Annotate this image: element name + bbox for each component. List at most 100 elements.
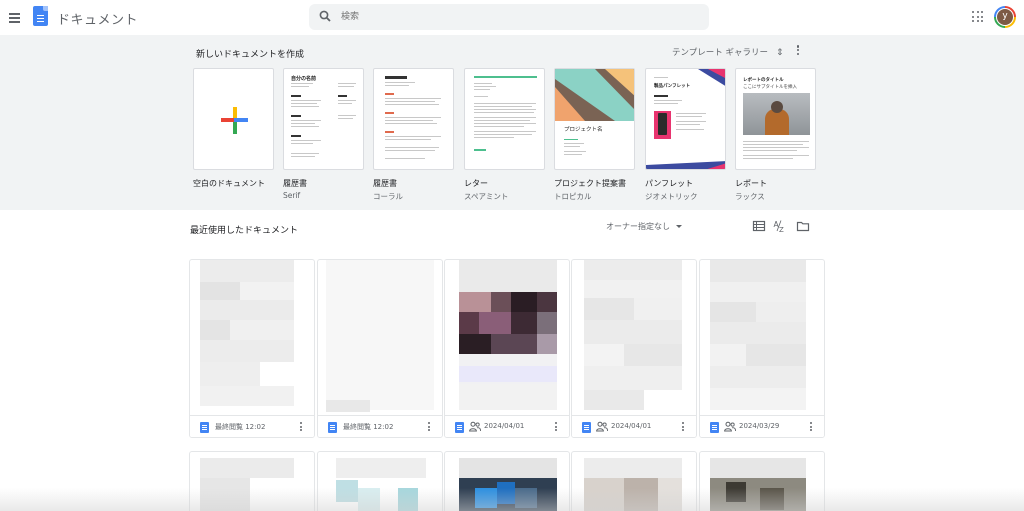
document-last-opened: 2024/04/01 <box>484 422 525 430</box>
document-last-opened: 最終閲覧 12:02 <box>215 423 266 431</box>
template-subtitle: Serif <box>283 191 301 200</box>
docs-file-icon <box>200 422 209 433</box>
template-name: レター <box>464 179 488 188</box>
template-subtitle: コーラル <box>373 192 403 201</box>
hamburger-menu-icon[interactable] <box>6 8 24 26</box>
template-name: プロジェクト提案書 <box>554 179 626 188</box>
template-name: 履歴書 <box>373 179 397 188</box>
template-thumbnail: 自分の名前 <box>283 68 364 170</box>
docs-logo-icon[interactable] <box>33 6 48 26</box>
more-vert-icon <box>553 422 559 431</box>
thumb-proposal-title: プロジェクト名 <box>564 127 603 133</box>
thumb-report-title: レポートのタイトル <box>743 78 784 83</box>
template-letter-spearmint[interactable]: レター スペアミント <box>464 68 545 202</box>
sort-az-icon[interactable]: A Z <box>773 219 787 233</box>
template-gallery: 新しいドキュメントを作成 テンプレート ギャラリー ⇕ 空白のドキュメント 自分の… <box>0 35 1024 210</box>
more-vert-icon <box>680 422 686 431</box>
document-more-button[interactable] <box>808 422 814 433</box>
template-subtitle: トロピカル <box>554 192 592 201</box>
document-thumbnail <box>584 458 682 478</box>
document-thumbnail <box>190 260 314 415</box>
template-subtitle: ジオメトリック <box>645 192 698 201</box>
document-meta: 最終閲覧 12:02 <box>190 415 314 437</box>
unfold-more-icon: ⇕ <box>775 48 784 58</box>
top-app-bar: ドキュメント y <box>0 0 1024 35</box>
scroll-fade <box>0 488 1024 511</box>
shared-people-icon <box>469 421 481 432</box>
avatar-initial: y <box>996 8 1014 26</box>
docs-file-icon <box>710 422 719 433</box>
template-blank[interactable]: 空白のドキュメント <box>193 68 274 191</box>
recent-document-card[interactable]: 2024/04/01 <box>444 259 570 438</box>
template-thumbnail: レポートのタイトル ここにサブタイトルを挿入 <box>735 68 816 170</box>
more-vert-icon <box>795 45 801 55</box>
docs-file-icon <box>582 422 591 433</box>
gallery-more-button[interactable] <box>795 45 803 59</box>
recent-document-card[interactable]: 最終閲覧 12:02 <box>189 259 315 438</box>
document-thumbnail <box>200 458 294 478</box>
template-gallery-label: テンプレート ギャラリー <box>672 48 768 58</box>
document-thumbnail <box>336 458 426 478</box>
thumb-report-subtitle: ここにサブタイトルを挿入 <box>743 85 797 90</box>
template-report-luxe[interactable]: レポートのタイトル ここにサブタイトルを挿入 レポート ラックス <box>735 68 816 202</box>
template-resume-coral[interactable]: 履歴書 コーラル <box>373 68 454 202</box>
document-last-opened: 2024/03/29 <box>739 422 780 430</box>
document-more-button[interactable] <box>680 422 686 433</box>
search-icon <box>319 10 331 22</box>
recent-documents-title: 最近使用したドキュメント <box>190 226 299 236</box>
recent-document-card[interactable]: 最終閲覧 12:02 <box>317 259 443 438</box>
recent-document-card[interactable]: 2024/04/01 <box>571 259 697 438</box>
more-vert-icon <box>426 422 432 431</box>
report-cover-photo <box>743 93 810 135</box>
template-name: 履歴書 <box>283 179 307 188</box>
svg-text:Z: Z <box>779 226 784 233</box>
plus-icon <box>221 107 248 134</box>
thumb-resume-name: 自分の名前 <box>291 76 317 82</box>
template-thumbnail <box>193 68 274 170</box>
template-name: パンフレット <box>645 179 694 188</box>
document-thumbnail <box>459 458 557 478</box>
search-bar[interactable] <box>309 4 709 30</box>
template-brochure-geometric[interactable]: 製品パンフレット パンフレット ジオメトリック <box>645 68 726 202</box>
document-meta: 2024/04/01 <box>572 415 696 437</box>
document-thumbnail <box>700 260 824 415</box>
document-more-button[interactable] <box>426 422 432 433</box>
search-input[interactable] <box>341 8 691 26</box>
document-thumbnail <box>710 458 806 478</box>
document-last-opened: 2024/04/01 <box>611 422 652 430</box>
document-thumbnail <box>572 260 696 415</box>
template-subtitle: ラックス <box>735 192 765 201</box>
app-title[interactable]: ドキュメント <box>57 9 138 28</box>
chevron-down-icon <box>676 225 682 228</box>
shared-people-icon <box>596 421 608 432</box>
document-thumbnail <box>445 260 569 415</box>
document-meta: 2024/03/29 <box>700 415 824 437</box>
thumb-brochure-title: 製品パンフレット <box>654 84 691 89</box>
gallery-title: 新しいドキュメントを作成 <box>196 50 305 60</box>
template-subtitle: スペアミント <box>464 192 509 201</box>
template-thumbnail <box>373 68 454 170</box>
template-thumbnail: プロジェクト名 <box>554 68 635 170</box>
owner-filter-dropdown[interactable]: オーナー指定なし <box>606 221 682 232</box>
document-more-button[interactable] <box>298 422 304 433</box>
template-name: 空白のドキュメント <box>193 179 265 188</box>
owner-filter-label: オーナー指定なし <box>606 222 670 231</box>
template-thumbnail <box>464 68 545 170</box>
document-meta: 最終閲覧 12:02 <box>318 415 442 437</box>
docs-file-icon <box>328 422 337 433</box>
template-thumbnail: 製品パンフレット <box>645 68 726 170</box>
docs-file-icon <box>455 422 464 433</box>
recent-document-card[interactable]: 2024/03/29 <box>699 259 825 438</box>
account-avatar[interactable]: y <box>994 6 1016 28</box>
document-last-opened: 最終閲覧 12:02 <box>343 423 394 431</box>
document-thumbnail <box>318 260 442 415</box>
template-resume-serif[interactable]: 自分の名前 履歴書 Serif <box>283 68 364 200</box>
template-gallery-toggle[interactable]: テンプレート ギャラリー ⇕ <box>672 46 784 58</box>
more-vert-icon <box>808 422 814 431</box>
list-view-icon[interactable] <box>752 219 766 233</box>
template-project-proposal-tropical[interactable]: プロジェクト名 プロジェクト提案書 トロピカル <box>554 68 635 202</box>
apps-grid-icon[interactable] <box>970 9 986 25</box>
document-more-button[interactable] <box>553 422 559 433</box>
more-vert-icon <box>298 422 304 431</box>
folder-icon[interactable] <box>796 219 810 233</box>
